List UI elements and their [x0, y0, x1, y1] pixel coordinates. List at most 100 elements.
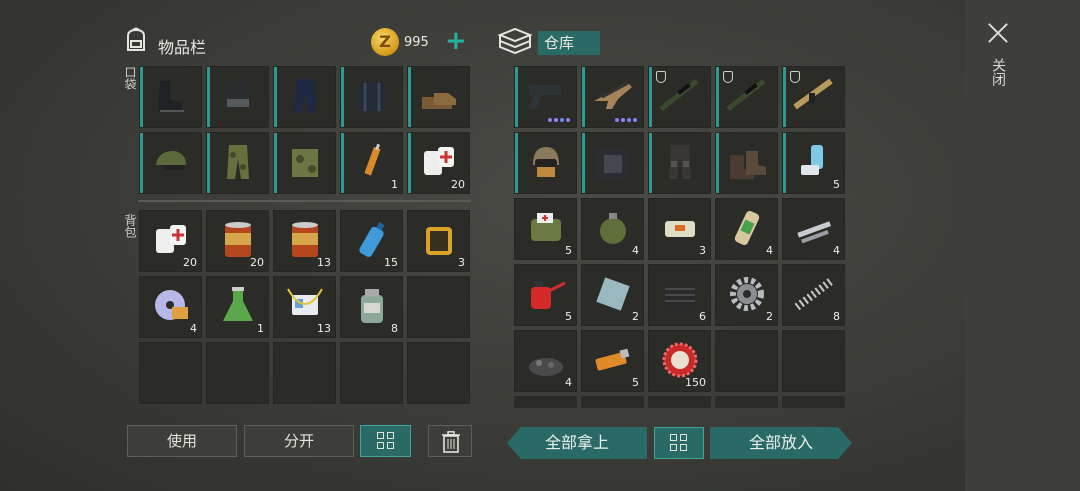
storage-slot[interactable]: 4 — [715, 198, 778, 260]
backpack-slot[interactable]: 13 — [273, 210, 336, 272]
backpack-label: 背包 — [123, 214, 137, 238]
close-icon[interactable] — [985, 20, 1011, 46]
camo-vest-icon — [284, 141, 326, 183]
backpack-slot[interactable]: 4 — [139, 276, 202, 338]
storage-slot[interactable]: 5 — [581, 330, 644, 392]
bottle-cap-icon — [659, 339, 701, 381]
armor-boots-icon — [726, 141, 768, 183]
metal-plate-icon — [592, 273, 634, 315]
storage-slot[interactable] — [514, 66, 577, 128]
add-coins-button[interactable]: + — [445, 28, 467, 54]
oil-can-icon — [525, 273, 567, 315]
backpack-slot[interactable]: 20 — [139, 210, 202, 272]
item-count: 20 — [451, 178, 465, 191]
item-count: 5 — [565, 310, 572, 323]
explosive-brick-icon — [659, 207, 701, 249]
coin-icon: Z — [371, 28, 399, 56]
side-panel — [965, 0, 1080, 491]
sort-storage-button[interactable] — [654, 427, 704, 459]
pocket-slot[interactable] — [139, 132, 202, 194]
empty-slot[interactable] — [407, 342, 470, 404]
sniper-rifle-icon — [659, 75, 701, 117]
item-count: 1 — [257, 322, 264, 335]
storage-slot[interactable]: 8 — [782, 264, 845, 326]
storage-slot[interactable] — [715, 66, 778, 128]
use-button[interactable]: 使用 — [127, 425, 237, 457]
storage-slot[interactable]: 4 — [782, 198, 845, 260]
storage-slot[interactable]: 5 — [514, 198, 577, 260]
empty-slot[interactable] — [715, 330, 778, 392]
empty-slot[interactable] — [782, 330, 845, 392]
armored-helmet-icon — [525, 141, 567, 183]
medkit-bag-icon — [525, 207, 567, 249]
pocket-slot[interactable]: 20 — [407, 132, 470, 194]
rubber-sheet-icon — [659, 273, 701, 315]
pocket-slot[interactable] — [139, 66, 202, 128]
empty-slot[interactable] — [340, 342, 403, 404]
storage-slot[interactable] — [648, 132, 711, 194]
pants-icon — [284, 75, 326, 117]
pocket-slot[interactable]: 1 — [340, 132, 403, 194]
grid-icon — [670, 434, 688, 452]
food-can-icon — [284, 219, 326, 261]
backpack-slot[interactable]: 15 — [340, 210, 403, 272]
item-count: 5 — [833, 178, 840, 191]
pocket-slot[interactable] — [273, 66, 336, 128]
armor-vest-icon — [592, 141, 634, 183]
inventory-title: 物品栏 — [158, 38, 207, 57]
inhaler-icon — [793, 141, 835, 183]
storage-slot[interactable]: 2 — [715, 264, 778, 326]
put-all-button[interactable]: 全部放入 — [710, 427, 852, 459]
trash-button[interactable] — [428, 425, 472, 457]
spring-icon — [793, 273, 835, 315]
water-bottle-icon — [351, 219, 393, 261]
backpack-grid: 20 20 13 15 3 4 1 13 8 — [139, 210, 470, 404]
storage-slot[interactable]: 3 — [648, 198, 711, 260]
storage-slot[interactable]: 5 — [514, 264, 577, 326]
sort-inventory-button[interactable] — [360, 425, 411, 457]
empty-slot[interactable] — [206, 342, 269, 404]
empty-slot[interactable] — [139, 342, 202, 404]
tab-storage[interactable]: 仓库 — [538, 31, 600, 55]
storage-slot[interactable]: 4 — [581, 198, 644, 260]
backpack-slot[interactable]: 13 — [273, 276, 336, 338]
split-button[interactable]: 分开 — [244, 425, 354, 457]
storage-slot[interactable]: 150 — [648, 330, 711, 392]
storage-slot[interactable] — [715, 132, 778, 194]
grenade-icon — [592, 207, 634, 249]
empty-slot[interactable] — [273, 342, 336, 404]
storage-slot[interactable] — [581, 132, 644, 194]
backpack-slot[interactable]: 3 — [407, 210, 470, 272]
sniper-rifle-icon — [726, 75, 768, 117]
id-card-icon — [284, 285, 326, 327]
pocket-slot[interactable] — [206, 66, 269, 128]
empty-slot[interactable] — [407, 276, 470, 338]
pocket-slot[interactable] — [407, 66, 470, 128]
rifle-icon — [592, 75, 634, 117]
jar-icon — [351, 285, 393, 327]
storage-slot[interactable]: 6 — [648, 264, 711, 326]
storage-slot[interactable] — [581, 66, 644, 128]
syringe-icon — [351, 141, 393, 183]
close-label[interactable]: 关闭 — [990, 58, 1006, 86]
backpack-slot[interactable]: 20 — [206, 210, 269, 272]
pocket-slot[interactable] — [340, 66, 403, 128]
item-count: 13 — [317, 256, 331, 269]
storage-slot[interactable]: 4 — [514, 330, 577, 392]
storage-grid: 5 5 4 3 4 4 5 2 6 2 8 4 5 150 — [514, 66, 845, 392]
backpack-slot[interactable]: 8 — [340, 276, 403, 338]
pocket-slot[interactable] — [273, 132, 336, 194]
storage-slot[interactable]: 5 — [782, 132, 845, 194]
grid-icon — [376, 432, 395, 450]
item-count: 4 — [833, 244, 840, 257]
backpack-icon — [127, 27, 145, 51]
storage-slot[interactable] — [648, 66, 711, 128]
armor-pants-icon — [659, 141, 701, 183]
storage-slot[interactable] — [782, 66, 845, 128]
pocket-slot[interactable] — [206, 132, 269, 194]
storage-slot[interactable]: 2 — [581, 264, 644, 326]
take-all-button[interactable]: 全部拿上 — [507, 427, 647, 459]
storage-slot[interactable] — [514, 132, 577, 194]
trash-icon — [442, 431, 460, 453]
backpack-slot[interactable]: 1 — [206, 276, 269, 338]
